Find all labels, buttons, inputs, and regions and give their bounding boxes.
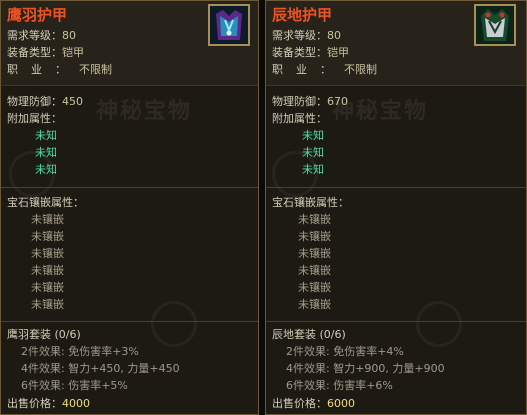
type-label: 装备类型： <box>272 46 327 59</box>
price-row: 出售价格：6000 <box>272 396 355 412</box>
gem-slot: 未镶嵌 <box>31 298 64 311</box>
gem-slot: 未镶嵌 <box>298 281 331 294</box>
level-row: 需求等级：80 <box>272 28 341 44</box>
set-effect: 2件效果: 免伤害率+4% <box>286 345 404 358</box>
divider <box>266 321 526 322</box>
gem-label: 宝石镶嵌属性： <box>272 196 349 209</box>
job-label: 职业： <box>7 63 79 76</box>
job-row: 职业：不限制 <box>272 62 377 78</box>
gem-slot: 未镶嵌 <box>298 298 331 311</box>
extra-attr-label: 附加属性： <box>7 112 62 125</box>
divider <box>1 187 258 188</box>
gem-slot: 未镶嵌 <box>298 213 331 226</box>
watermark-emblem <box>416 301 462 347</box>
set-effect: 2件效果: 免伤害率+3% <box>21 345 139 358</box>
defense-row: 物理防御：670 <box>272 94 348 110</box>
armor-icon <box>208 4 250 46</box>
defense-label: 物理防御： <box>272 95 327 108</box>
extra-attr-label: 附加属性： <box>272 112 327 125</box>
item-name: 鹰羽护甲 <box>7 6 68 24</box>
item-name: 辰地护甲 <box>272 6 333 24</box>
level-row: 需求等级：80 <box>7 28 76 44</box>
job-label: 职业： <box>272 63 344 76</box>
armor-icon <box>474 4 516 46</box>
set-name: 鹰羽套装 (0/6) <box>7 328 81 341</box>
extra-attr: 未知 <box>35 129 57 142</box>
level-label: 需求等级： <box>7 29 62 42</box>
level-value: 80 <box>62 29 76 42</box>
set-effect: 6件效果: 伤害率+6% <box>286 379 393 392</box>
defense-label: 物理防御： <box>7 95 62 108</box>
divider <box>266 187 526 188</box>
type-row: 装备类型：铠甲 <box>272 45 349 61</box>
defense-value: 670 <box>327 95 348 108</box>
item-tooltip-panel: 神秘宝物 辰地护甲 需求等级：80 装备类型：铠甲 职业：不限制 物理防御：67… <box>265 0 527 415</box>
gem-slot: 未镶嵌 <box>298 230 331 243</box>
price-row: 出售价格：4000 <box>7 396 90 412</box>
extra-attr: 未知 <box>35 146 57 159</box>
gem-slot: 未镶嵌 <box>298 264 331 277</box>
set-effect: 4件效果: 智力+900, 力量+900 <box>286 362 445 375</box>
type-value: 铠甲 <box>62 46 84 59</box>
gem-slot: 未镶嵌 <box>31 281 64 294</box>
job-value: 不限制 <box>79 63 112 76</box>
extra-attr: 未知 <box>302 129 324 142</box>
gem-label: 宝石镶嵌属性： <box>7 196 84 209</box>
extra-attr: 未知 <box>302 163 324 176</box>
gem-slot: 未镶嵌 <box>31 247 64 260</box>
job-value: 不限制 <box>344 63 377 76</box>
price-label: 出售价格： <box>7 397 62 410</box>
price-label: 出售价格： <box>272 397 327 410</box>
price-value: 6000 <box>327 397 355 410</box>
level-value: 80 <box>327 29 341 42</box>
defense-row: 物理防御：450 <box>7 94 83 110</box>
gem-slot: 未镶嵌 <box>31 230 64 243</box>
defense-value: 450 <box>62 95 83 108</box>
watermark-emblem <box>151 301 197 347</box>
item-tooltip-panel: 神秘宝物 鹰羽护甲 需求等级：80 装备类型：铠甲 职业：不限制 物理防御：45… <box>0 0 259 415</box>
level-label: 需求等级： <box>272 29 327 42</box>
extra-attr: 未知 <box>302 146 324 159</box>
watermark-text: 神秘宝物 <box>96 98 193 124</box>
set-effect: 4件效果: 智力+450, 力量+450 <box>21 362 180 375</box>
divider <box>1 321 258 322</box>
gem-slot: 未镶嵌 <box>298 247 331 260</box>
set-effect: 6件效果: 伤害率+5% <box>21 379 128 392</box>
gem-slot: 未镶嵌 <box>31 213 64 226</box>
set-name: 辰地套装 (0/6) <box>272 328 346 341</box>
extra-attr: 未知 <box>35 163 57 176</box>
type-row: 装备类型：铠甲 <box>7 45 84 61</box>
job-row: 职业：不限制 <box>7 62 112 78</box>
type-label: 装备类型： <box>7 46 62 59</box>
gem-slot: 未镶嵌 <box>31 264 64 277</box>
price-value: 4000 <box>62 397 90 410</box>
type-value: 铠甲 <box>327 46 349 59</box>
